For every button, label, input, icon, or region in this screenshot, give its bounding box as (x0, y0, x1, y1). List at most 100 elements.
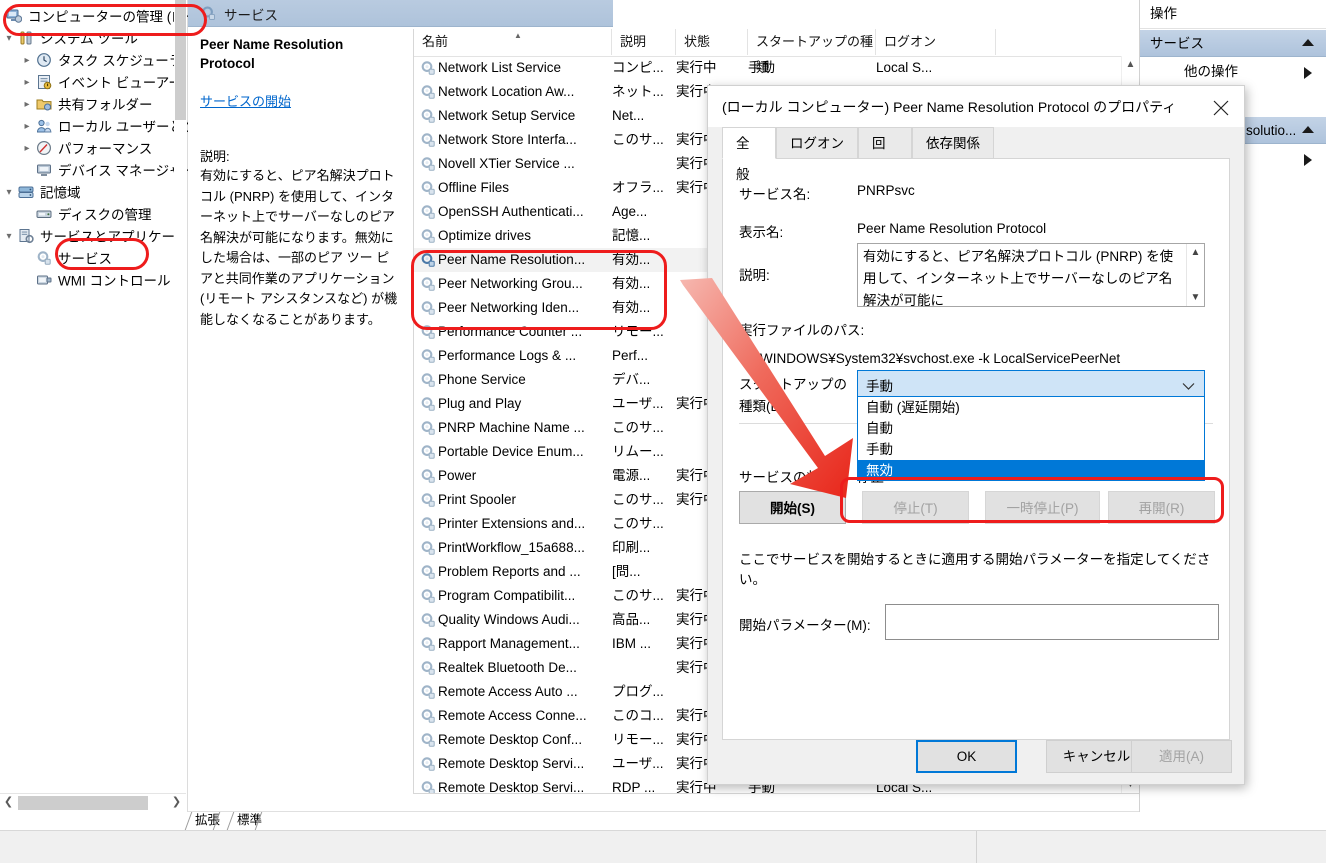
cell-name: Performance Logs & ... (438, 348, 577, 363)
description-textarea[interactable]: 有効にすると、ピア名解決プロトコル (PNRP) を使用して、インターネット上で… (857, 243, 1205, 308)
cell-name: Remote Access Conne... (438, 708, 587, 723)
table-row[interactable]: Network List Service コンピ... 実行中 手動 Local S..… (414, 56, 1139, 80)
cell-name: Remote Desktop Servi... (438, 756, 585, 771)
service-gear-icon (420, 396, 436, 412)
tree-chevron-icon[interactable]: ▾ (2, 226, 16, 248)
service-gear-icon (420, 108, 436, 124)
service-gear-icon (420, 564, 436, 580)
startup-type-label-line2: 種類(E): (739, 399, 788, 414)
startup-option-2[interactable]: 手動 (858, 439, 1204, 460)
tree-node-label: サービス (58, 251, 112, 267)
dialog-tab-2[interactable]: 回復 (858, 127, 912, 182)
exe-path-label: 実行ファイルのパス: (739, 323, 865, 338)
performance-icon (36, 140, 54, 156)
dialog-tab-3[interactable]: 依存関係 (912, 127, 994, 158)
dialog-tab-1[interactable]: ログオン (776, 127, 858, 158)
tree-chevron-icon[interactable]: ▾ (2, 182, 16, 204)
submenu-arrow-icon[interactable] (1304, 67, 1312, 79)
tree-chevron-icon[interactable]: ▸ (20, 94, 34, 116)
tree-scroll-thumb[interactable] (175, 0, 186, 120)
tree-node-label: パフォーマンス (58, 141, 153, 157)
scroll-left-arrow-icon[interactable]: ❮ (0, 794, 17, 811)
submenu-arrow-icon-2[interactable] (1304, 154, 1312, 166)
column-header-2[interactable]: 状態 (676, 29, 748, 55)
cell-description: Age... (612, 204, 648, 219)
column-header-4[interactable]: ログオン (876, 29, 996, 55)
desc-scroll-up-icon[interactable]: ▲ (1187, 244, 1204, 261)
dialog-general-tab-body: サービス名: PNRPsvc 表示名: Peer Name Resolution… (722, 158, 1230, 740)
startup-option-3[interactable]: 無効 (858, 460, 1204, 481)
cell-description: 有効... (612, 276, 651, 291)
cell-description: このサ... (612, 420, 664, 435)
startup-option-1[interactable]: 自動 (858, 418, 1204, 439)
chevron-down-icon[interactable] (1182, 379, 1195, 394)
tree-node-2[interactable]: ▸ イベント ビューアー (24, 72, 182, 94)
tree-node-1[interactable]: ▸ タスク スケジューラ (24, 50, 183, 72)
dialog-tab-0[interactable]: 全般 (722, 127, 776, 182)
start-parameters-input[interactable] (885, 604, 1219, 640)
cell-name: Performance Counter ... (438, 324, 583, 339)
actions-item-more-actions[interactable]: 他の操作 (1140, 58, 1326, 86)
cell-description: 有効... (612, 300, 651, 315)
tree-node-8[interactable]: ディスクの管理 (36, 204, 152, 226)
tree-node-11[interactable]: WMI コントロール (36, 270, 171, 292)
column-header-0[interactable]: 名前 (414, 29, 612, 55)
tree-hscroll-thumb[interactable] (18, 796, 148, 810)
column-header-1[interactable]: 説明 (612, 29, 676, 55)
tree-node-label: WMI コントロール (58, 273, 171, 289)
tree-node-10[interactable]: サービス (36, 248, 112, 270)
view-tab-0[interactable]: 拡張 (184, 812, 231, 830)
close-icon[interactable] (1198, 86, 1244, 127)
tree-node-0[interactable]: ▾ システム ツール (6, 28, 137, 50)
tree-node-3[interactable]: ▸ 共有フォルダー (24, 94, 152, 116)
selected-service-title: Peer Name Resolution Protocol (200, 37, 344, 71)
collapse-up-icon[interactable] (1302, 39, 1314, 46)
service-gear-icon (420, 276, 436, 292)
cell-name: Remote Access Auto ... (438, 684, 578, 699)
scroll-right-arrow-icon[interactable]: ❯ (168, 794, 185, 811)
cell-description: 印刷... (612, 540, 651, 555)
service-gear-icon (420, 132, 436, 148)
startup-type-combobox[interactable]: 手動 (857, 370, 1205, 397)
startup-option-0[interactable]: 自動 (遅延開始) (858, 397, 1204, 418)
cell-name: Optimize drives (438, 228, 532, 243)
tree-node-label: 記憶域 (40, 185, 81, 201)
clock-icon (36, 52, 54, 68)
actions-group-services[interactable]: サービス (1140, 29, 1326, 57)
desc-scroll-down-icon[interactable]: ▼ (1187, 289, 1204, 306)
cell-description: 記憶... (612, 228, 651, 243)
cell-description: Net... (612, 108, 645, 123)
description-scrollbar[interactable]: ▲ ▼ (1186, 244, 1204, 306)
service-gear-icon (420, 636, 436, 652)
tree-chevron-icon[interactable]: ▸ (20, 50, 34, 72)
tree-node-7[interactable]: ▾ 記憶域 (6, 182, 81, 204)
description-textarea-text: 有効にすると、ピア名解決プロトコル (PNRP) を使用して、インターネット上で… (863, 249, 1174, 308)
tree-node-5[interactable]: ▸ パフォーマンス (24, 138, 153, 160)
tree-vertical-scrollbar[interactable] (174, 0, 187, 812)
collapse-up-icon-2[interactable] (1302, 126, 1314, 133)
scroll-up-arrow-icon[interactable]: ▲ (1122, 56, 1139, 73)
startup-type-dropdown-list[interactable]: 自動 (遅延開始) 自動 手動 無効 (857, 397, 1205, 481)
services-pane-title: サービス (224, 8, 278, 23)
column-header-3[interactable]: スタートアップの種類 (748, 29, 876, 75)
service-gear-icon (420, 444, 436, 460)
service-control-button-0[interactable]: 開始(S) (739, 491, 846, 524)
view-tab-strip: 拡張 標準 (184, 811, 1140, 830)
tree-chevron-icon[interactable]: ▸ (20, 138, 34, 160)
service-gear-icon (420, 492, 436, 508)
tree-horizontal-scrollbar[interactable]: ❮ ❯ (0, 793, 186, 812)
tree-chevron-icon[interactable]: ▸ (20, 116, 34, 138)
tree-node-label: タスク スケジューラ (58, 53, 183, 69)
tree-chevron-icon[interactable]: ▾ (2, 28, 16, 50)
start-parameters-label: 開始パラメーター(M): (739, 618, 871, 633)
service-gear-icon (420, 468, 436, 484)
view-tab-1[interactable]: 標準 (226, 812, 273, 830)
sort-ascending-icon: ▲ (514, 31, 522, 40)
tree-chevron-icon[interactable]: ▸ (20, 72, 34, 94)
service-gear-icon (420, 588, 436, 604)
tree-node-6[interactable]: デバイス マネージャー (36, 160, 195, 182)
ok-button[interactable]: OK (916, 740, 1017, 773)
cell-description: リムー... (612, 444, 664, 459)
cell-name: Problem Reports and ... (438, 564, 581, 579)
cell-name: Remote Desktop Servi... (438, 780, 585, 793)
